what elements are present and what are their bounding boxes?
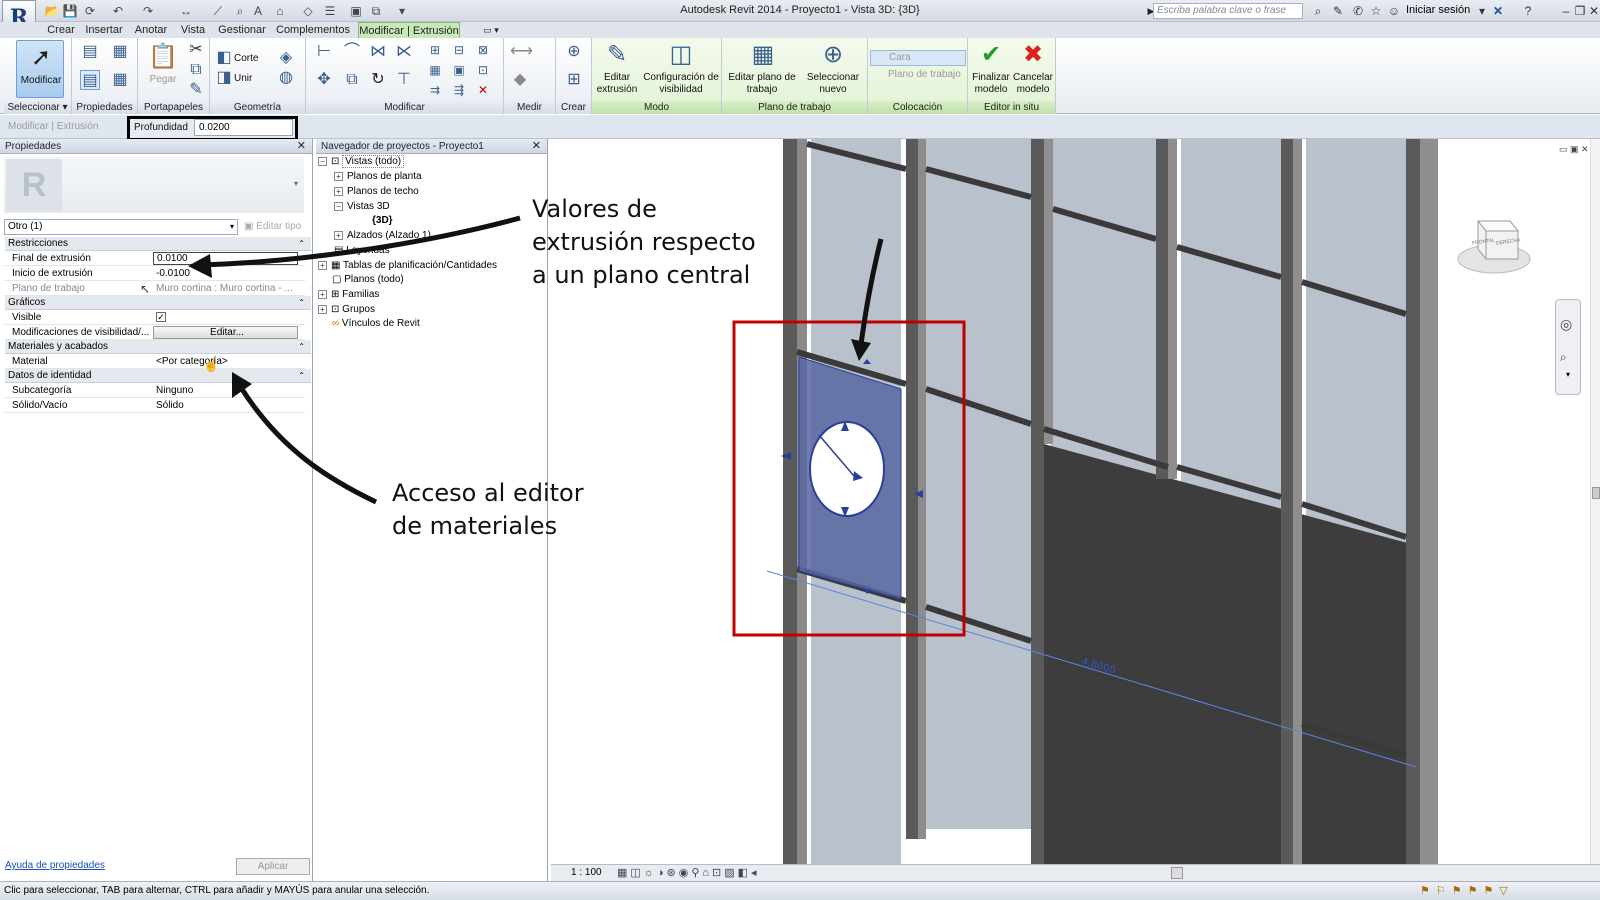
annotation-line: de materiales (392, 512, 558, 540)
annotation-line: a un plano central (532, 261, 751, 289)
annotation-arrow-extrusion (199, 215, 521, 268)
annotation-extrusion: Valores de extrusión respecto a un plano… (532, 193, 756, 292)
arrowhead (188, 254, 212, 278)
annotation-arrow-material (237, 384, 378, 505)
annotation-line: extrusión respecto (532, 228, 756, 256)
annotation-arrows (188, 215, 521, 505)
arrowhead (232, 372, 252, 398)
annotation-material-editor: Acceso al editor de materiales (392, 477, 584, 543)
annotation-line: Acceso al editor (392, 479, 584, 507)
annotation-line: Valores de (532, 195, 657, 223)
